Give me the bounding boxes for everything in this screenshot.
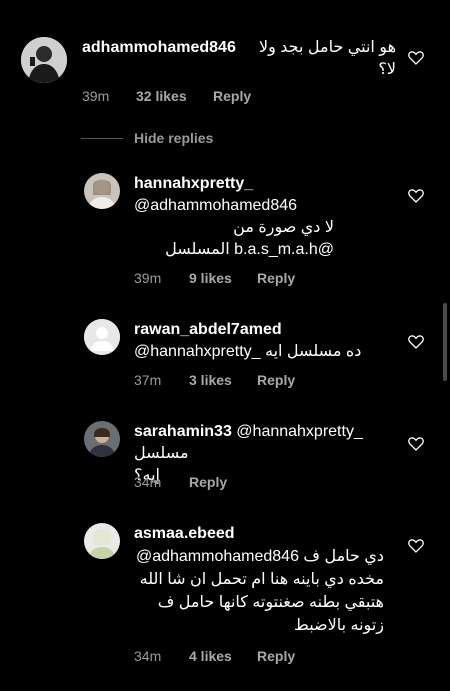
divider	[81, 138, 123, 139]
scrollbar[interactable]	[443, 303, 447, 381]
comment-text: لا دي صورة من @b.a.s_m.a.h المسلسل	[165, 219, 334, 258]
comment-text-wrap: هو انتي حامل بجد ولا لا؟	[82, 37, 396, 81]
reply-button[interactable]: Reply	[257, 648, 295, 664]
avatar[interactable]	[21, 37, 67, 83]
reply-button[interactable]: Reply	[257, 372, 295, 388]
user-photo-icon	[84, 173, 120, 209]
reply-button[interactable]: Reply	[213, 88, 251, 104]
comment-text: @hannahxpretty_ ده مسلسل ايه	[134, 343, 362, 360]
reply-button[interactable]: Reply	[257, 270, 295, 286]
comment-likes[interactable]: 9 likes	[189, 270, 232, 286]
user-photo-icon	[21, 37, 67, 83]
user-photo-icon	[84, 421, 120, 457]
comment-text: هو انتي حامل بجد ولا لا؟	[258, 39, 396, 78]
comment-username[interactable]: hannahxpretty_	[134, 173, 396, 195]
comment-meta: 39m 32 likes Reply	[82, 88, 382, 106]
comment-username[interactable]: sarahamin33	[134, 423, 232, 440]
comment-mention[interactable]: @adhammohamed846	[134, 195, 396, 217]
comment-meta: 39m 9 likes Reply	[134, 270, 384, 288]
comment-meta: 34m 4 likes Reply	[134, 648, 384, 666]
comment-likes[interactable]: 4 likes	[189, 648, 232, 664]
comment-time: 34m	[134, 648, 162, 664]
hide-replies-label[interactable]: Hide replies	[134, 130, 213, 146]
comment-body: rawan_abdel7amed @hannahxpretty_ ده مسلس…	[134, 319, 396, 363]
heart-icon[interactable]	[408, 335, 424, 349]
avatar[interactable]	[84, 173, 120, 209]
comment-likes[interactable]: 32 likes	[136, 88, 187, 104]
heart-icon[interactable]	[408, 539, 424, 553]
comment-likes[interactable]: 3 likes	[189, 372, 232, 388]
heart-icon[interactable]	[408, 189, 424, 203]
avatar[interactable]	[84, 523, 120, 559]
comment-meta: 34m Reply	[134, 474, 384, 492]
default-avatar-icon	[84, 319, 120, 355]
comment-body: hannahxpretty_ @adhammohamed846 لا دي صو…	[134, 173, 396, 261]
heart-icon[interactable]	[408, 437, 424, 451]
comment-mention[interactable]: @hannahxpretty_	[236, 423, 363, 440]
avatar[interactable]	[84, 319, 120, 355]
comment-time: 37m	[134, 372, 162, 388]
comment-meta: 37m 3 likes Reply	[134, 372, 384, 390]
comment-username[interactable]: rawan_abdel7amed	[134, 319, 396, 341]
comment-text: @adhammohamed846 دي حامل ف مخده دي باينه…	[135, 548, 384, 634]
comment-body: asmaa.ebeed @adhammohamed846 دي حامل ف م…	[134, 523, 396, 637]
avatar[interactable]	[84, 421, 120, 457]
comment-time: 34m	[134, 474, 162, 490]
user-photo-icon	[84, 523, 120, 559]
comment-username[interactable]: asmaa.ebeed	[134, 523, 396, 545]
comment-time: 39m	[134, 270, 162, 286]
comment-time: 39m	[82, 88, 110, 104]
heart-icon[interactable]	[408, 51, 424, 65]
reply-button[interactable]: Reply	[189, 474, 227, 490]
